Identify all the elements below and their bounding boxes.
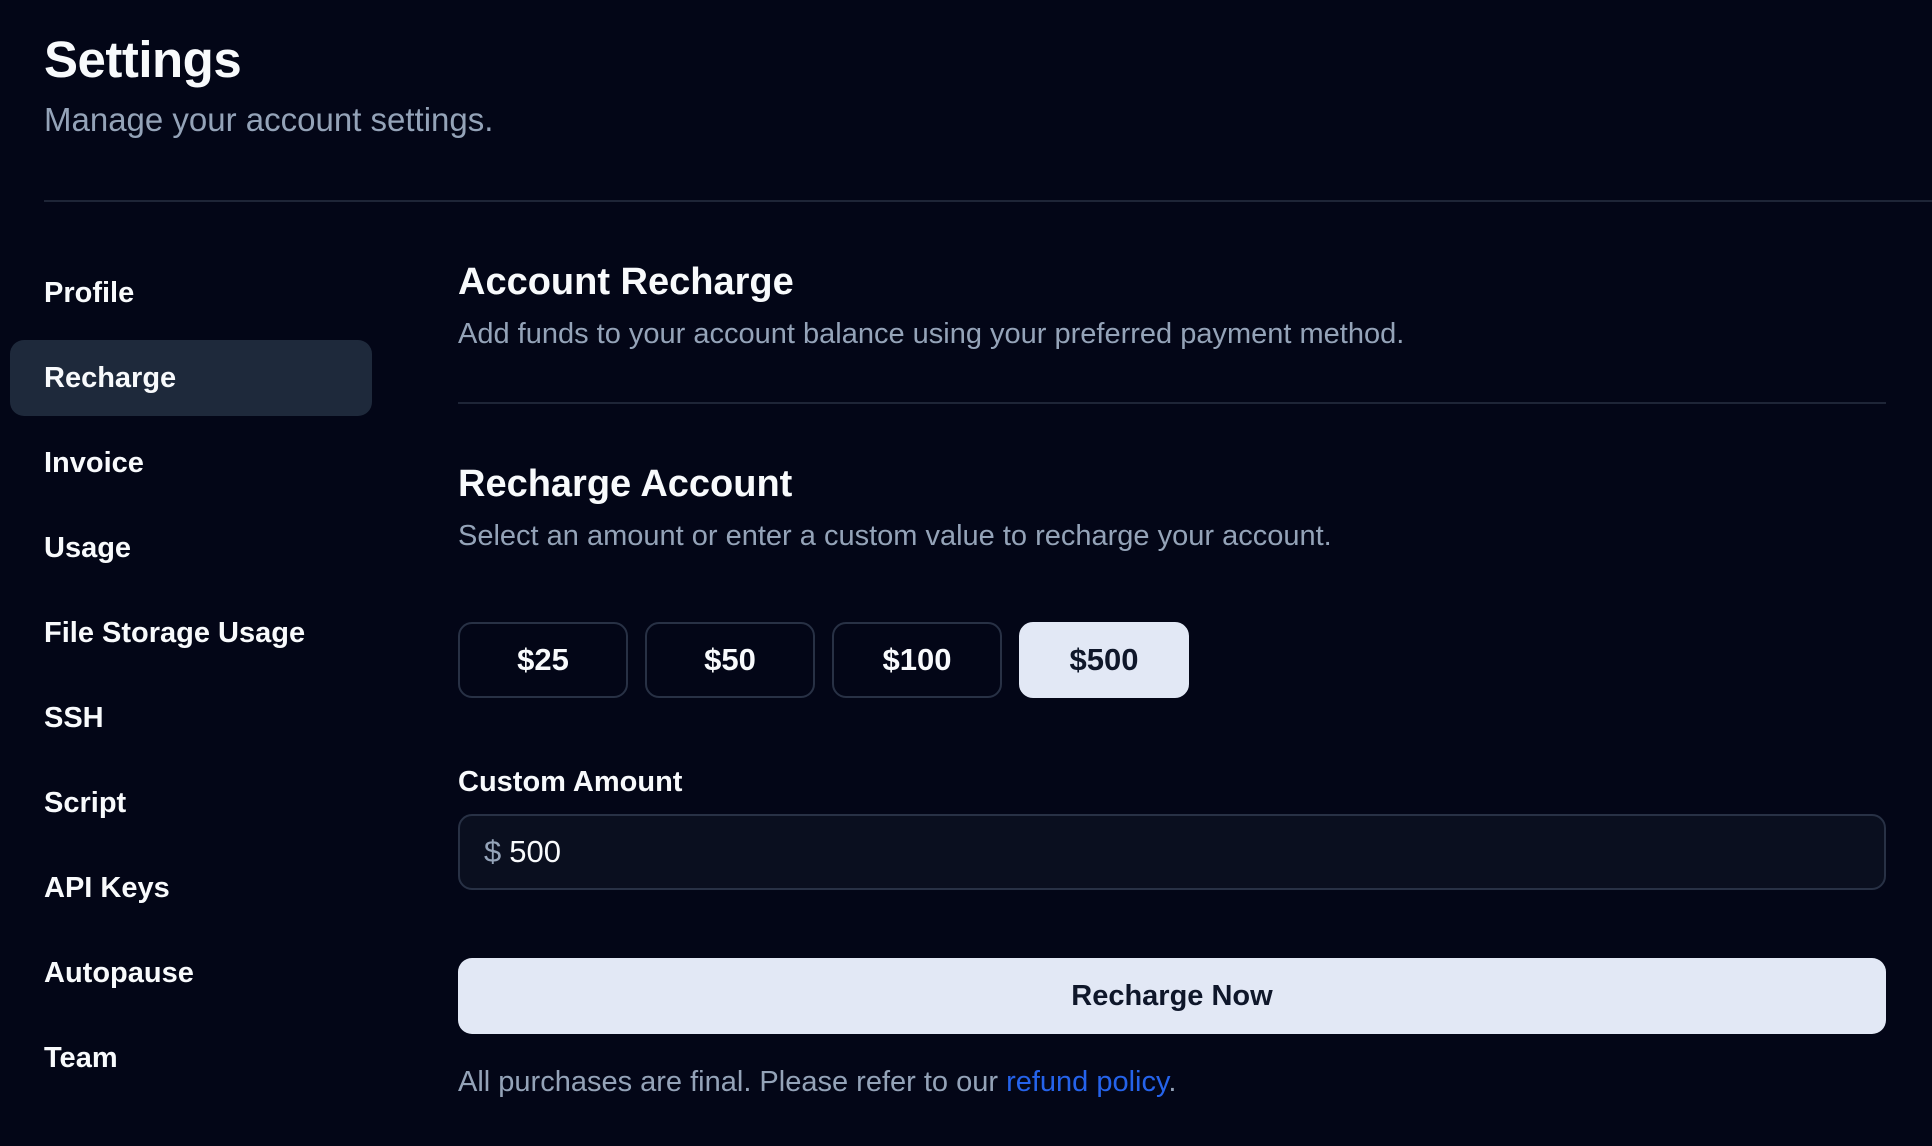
sidebar-item-team[interactable]: Team [10,1020,372,1096]
section-title: Account Recharge [458,261,794,303]
sidebar-item-api-keys[interactable]: API Keys [10,850,372,926]
custom-amount-input[interactable] [507,833,1884,871]
purchase-notice-text: All purchases are final. Please refer to… [458,1066,1007,1098]
sidebar-item-label: API Keys [44,871,170,904]
section-divider [458,402,1886,404]
sidebar-item-label: SSH [44,701,104,734]
purchase-notice: All purchases are final. Please refer to… [458,1064,1886,1100]
account-recharge-section: Account Recharge Add funds to your accou… [458,258,1886,352]
section-description: Select an amount or enter a custom value… [458,520,1332,552]
sidebar-item-label: Team [44,1041,118,1074]
sidebar-item-label: Autopause [44,956,194,989]
sidebar-item-label: Script [44,786,127,819]
settings-sidebar: Profile Recharge Invoice Usage File Stor… [10,255,372,1105]
page-header: Settings Manage your account settings. [44,28,493,140]
recharge-now-button[interactable]: Recharge Now [458,958,1886,1034]
amount-100-button[interactable]: $100 [832,622,1002,698]
sidebar-item-profile[interactable]: Profile [10,255,372,331]
page-title: Settings [44,31,242,88]
sidebar-item-usage[interactable]: Usage [10,510,372,586]
dollar-icon: $ [484,834,502,869]
sidebar-item-label: Profile [44,276,135,309]
purchase-notice-suffix: . [1168,1066,1177,1098]
sidebar-item-label: Recharge [44,361,177,394]
custom-amount-field[interactable]: $ [458,814,1886,890]
page-subtitle: Manage your account settings. [44,101,494,138]
sidebar-item-label: File Storage Usage [44,616,306,649]
recharge-content: Account Recharge Add funds to your accou… [458,258,1886,1100]
amount-50-button[interactable]: $50 [645,622,815,698]
section-description: Add funds to your account balance using … [458,318,1405,350]
sidebar-item-label: Usage [44,531,132,564]
recharge-account-section: Recharge Account Select an amount or ent… [458,460,1886,1100]
amount-25-button[interactable]: $25 [458,622,628,698]
sidebar-item-script[interactable]: Script [10,765,372,841]
amount-500-button[interactable]: $500 [1019,622,1189,698]
sidebar-item-ssh[interactable]: SSH [10,680,372,756]
header-divider [44,200,1932,202]
sidebar-item-label: Invoice [44,446,144,479]
sidebar-item-invoice[interactable]: Invoice [10,425,372,501]
sidebar-item-file-storage-usage[interactable]: File Storage Usage [10,595,372,671]
section-title: Recharge Account [458,463,793,505]
sidebar-item-autopause[interactable]: Autopause [10,935,372,1011]
amount-options: $25 $50 $100 $500 [458,622,1886,698]
refund-policy-link[interactable]: refund policy [1006,1066,1168,1098]
custom-amount-label: Custom Amount [458,766,683,798]
sidebar-item-recharge[interactable]: Recharge [10,340,372,416]
